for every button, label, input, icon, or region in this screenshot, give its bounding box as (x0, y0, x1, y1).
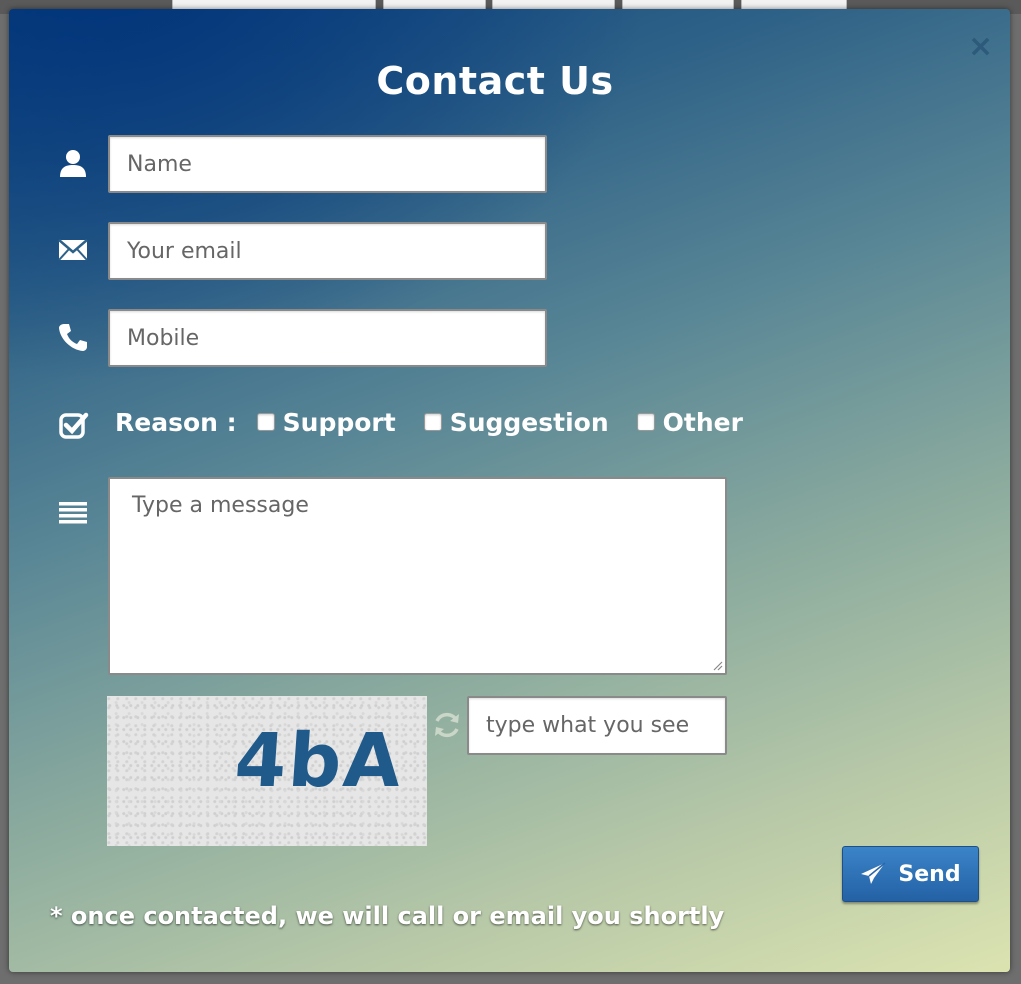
phone-icon (59, 324, 87, 351)
captcha-image: 4bA (107, 696, 427, 846)
refresh-icon[interactable] (432, 710, 462, 740)
suggestion-checkbox[interactable] (423, 413, 442, 431)
suggestion-label[interactable]: Suggestion (450, 408, 609, 437)
support-checkbox[interactable] (256, 413, 275, 431)
email-field[interactable]: Your email (108, 222, 547, 280)
mobile-field[interactable]: Mobile (108, 309, 547, 367)
contact-modal: × Contact Us Name Your email Mobile Reas… (9, 9, 1010, 972)
modal-title: Contact Us (376, 59, 614, 103)
name-placeholder: Name (127, 151, 192, 177)
reason-label: Reason : (115, 407, 237, 437)
other-label[interactable]: Other (663, 408, 743, 437)
mobile-placeholder: Mobile (127, 325, 200, 351)
reason-option-suggestion[interactable]: Suggestion (423, 408, 609, 437)
close-icon[interactable]: × (968, 32, 993, 62)
captcha-input[interactable]: type what you see (467, 696, 727, 755)
reason-option-other[interactable]: Other (636, 408, 743, 437)
resize-grip-icon[interactable] (711, 659, 723, 671)
captcha-placeholder: type what you see (486, 713, 690, 738)
message-placeholder: Type a message (132, 493, 309, 518)
support-label[interactable]: Support (283, 408, 396, 437)
reason-group: Reason : Support Suggestion Other (115, 402, 771, 442)
list-icon (59, 502, 87, 524)
user-icon (60, 150, 86, 177)
send-button[interactable]: Send (842, 846, 979, 902)
envelope-icon (58, 239, 88, 261)
paper-plane-icon (861, 862, 886, 884)
other-checkbox[interactable] (636, 413, 655, 431)
footnote: * once contacted, we will call or email … (50, 902, 725, 930)
name-field[interactable]: Name (108, 135, 547, 193)
send-label: Send (898, 861, 961, 887)
message-textarea[interactable]: Type a message (108, 477, 727, 675)
checkbox-icon (59, 412, 89, 439)
email-placeholder: Your email (127, 238, 242, 264)
reason-option-support[interactable]: Support (256, 408, 396, 437)
captcha-text: 4bA (231, 718, 406, 804)
